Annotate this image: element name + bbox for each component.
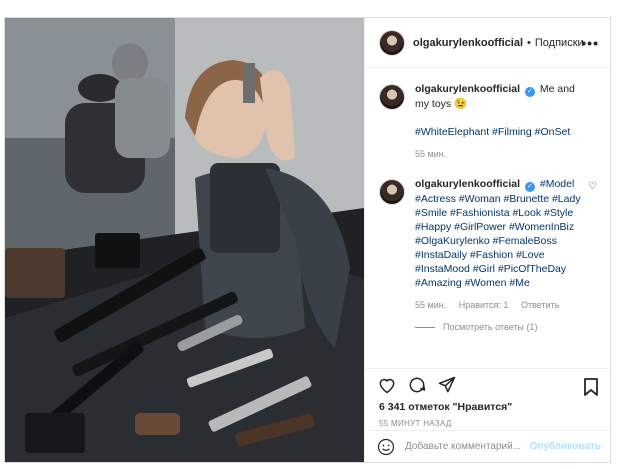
comment-body: olgakurylenkoofficial ✓ #Model #Actress … <box>415 177 585 312</box>
separator-dot: • <box>527 36 531 49</box>
post-time-ago[interactable]: 55 МИНУТ НАЗАД <box>379 419 452 428</box>
comment-like-heart-icon[interactable]: ♡ <box>588 181 597 192</box>
comment: olgakurylenkoofficial ✓ #Model #Actress … <box>379 177 597 312</box>
post-header: olgakurylenkoofficial • Подписки ••• <box>365 18 611 68</box>
share-icon[interactable] <box>437 375 461 397</box>
comment-meta: 55 мин. Нравится: 1 Ответить <box>415 298 585 312</box>
comment-time[interactable]: 55 мин. <box>415 300 446 310</box>
add-comment-input[interactable] <box>405 441 525 452</box>
likes-count[interactable]: 6 341 отметок "Нравится" <box>379 401 512 413</box>
following-button[interactable]: Подписки <box>535 37 584 49</box>
comment-likes[interactable]: Нравится: 1 <box>459 300 509 310</box>
heart-icon[interactable] <box>377 375 401 397</box>
add-comment-bar: Опубликовать <box>365 430 611 462</box>
caption-hashtags[interactable]: #WhiteElephant #Filming #OnSet <box>415 125 585 139</box>
avatar[interactable] <box>379 29 405 56</box>
caption-avatar[interactable] <box>379 84 405 110</box>
instagram-post: olgakurylenkoofficial • Подписки ••• olg… <box>4 17 611 463</box>
replies-divider <box>415 326 435 328</box>
caption-meta: 55 мин. <box>415 147 585 161</box>
comments-section: olgakurylenkoofficial ✓ Me and my toys 😉… <box>365 68 611 358</box>
photo-illustration <box>5 18 364 462</box>
emoji-icon[interactable] <box>377 438 395 456</box>
bookmark-icon[interactable] <box>583 377 599 397</box>
view-replies[interactable]: Посмотреть ответы (1) <box>415 322 597 332</box>
view-replies-label[interactable]: Посмотреть ответы (1) <box>443 322 538 332</box>
caption-time[interactable]: 55 мин. <box>415 149 446 159</box>
publish-button[interactable]: Опубликовать <box>530 441 601 452</box>
caption-body: olgakurylenkoofficial ✓ Me and my toys 😉… <box>415 82 585 161</box>
comment-icon[interactable] <box>407 375 431 397</box>
action-bar <box>365 368 611 396</box>
more-horizontal-icon[interactable]: ••• <box>581 35 599 51</box>
comment-username[interactable]: olgakurylenkoofficial <box>415 178 520 190</box>
post-sidebar: olgakurylenkoofficial • Подписки ••• olg… <box>364 18 611 462</box>
reply-button[interactable]: Ответить <box>521 300 559 310</box>
verified-badge-icon: ✓ <box>524 87 535 97</box>
caption-username[interactable]: olgakurylenkoofficial <box>415 83 520 95</box>
header-username[interactable]: olgakurylenkoofficial <box>413 37 523 49</box>
caption: olgakurylenkoofficial ✓ Me and my toys 😉… <box>379 82 597 161</box>
comment-avatar[interactable] <box>379 179 405 205</box>
verified-badge-icon: ✓ <box>524 182 535 192</box>
post-photo[interactable] <box>5 18 364 462</box>
comment-hashtags[interactable]: #Model #Actress #Woman #Brunette #Lady #… <box>415 178 581 289</box>
